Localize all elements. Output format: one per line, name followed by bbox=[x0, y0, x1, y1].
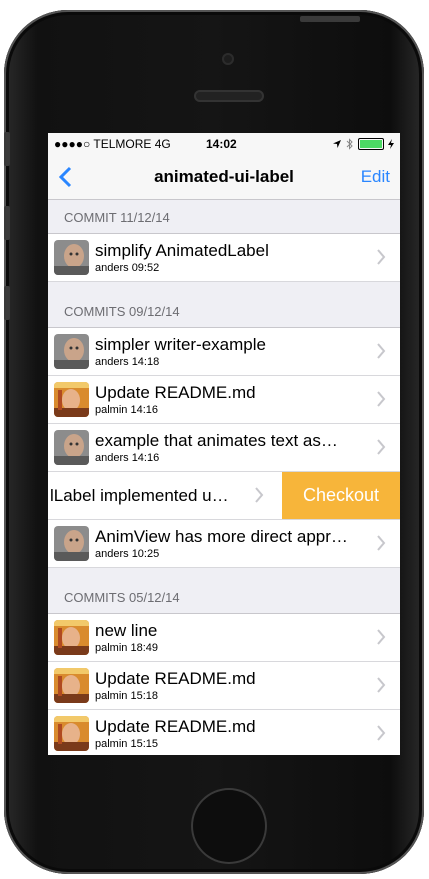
page-title: animated-ui-label bbox=[154, 167, 294, 186]
chevron-right-icon bbox=[377, 725, 386, 741]
commit-row[interactable]: simplify AnimatedLabel anders 09:52 bbox=[48, 234, 400, 282]
chevron-right-icon bbox=[377, 629, 386, 645]
commit-meta: palmin 15:15 bbox=[95, 738, 158, 750]
screen: ●●●●○ TELMORE 4G 14:02 animated-ui-label… bbox=[48, 133, 400, 755]
checkout-button[interactable]: Checkout bbox=[282, 472, 400, 519]
commit-row[interactable]: simpler writer-example anders 14:18 bbox=[48, 328, 400, 376]
avatar-palmin bbox=[54, 620, 89, 655]
commit-title: Update README.md bbox=[95, 383, 256, 402]
chevron-right-icon bbox=[255, 487, 264, 503]
commit-meta: anders 10:25 bbox=[95, 548, 160, 560]
commit-title: Update README.md bbox=[95, 669, 256, 688]
commit-title: new line bbox=[95, 621, 158, 640]
home-button[interactable] bbox=[191, 788, 267, 864]
commit-meta: palmin 15:18 bbox=[95, 690, 158, 702]
chevron-right-icon bbox=[377, 343, 386, 359]
avatar-anders bbox=[54, 334, 89, 369]
avatar-palmin bbox=[54, 668, 89, 703]
chevron-right-icon bbox=[377, 249, 386, 265]
commit-title: Update README.md bbox=[95, 717, 256, 736]
section-header: COMMIT 11/12/14 bbox=[48, 200, 400, 234]
navigation-bar: animated-ui-label Edit bbox=[48, 155, 400, 200]
mute-switch bbox=[4, 132, 10, 166]
charging-icon bbox=[388, 139, 394, 149]
status-bar: ●●●●○ TELMORE 4G 14:02 bbox=[48, 133, 400, 155]
commit-meta: anders 14:18 bbox=[95, 356, 160, 368]
status-time: 14:02 bbox=[206, 137, 237, 151]
commit-list: COMMIT 11/12/14 simplify AnimatedLabel a… bbox=[48, 200, 400, 755]
commit-title: example that animates text as… bbox=[95, 431, 338, 450]
volume-down-button bbox=[4, 286, 10, 320]
commit-meta: anders 14:16 bbox=[95, 452, 160, 464]
location-icon bbox=[333, 140, 341, 148]
chevron-right-icon bbox=[377, 677, 386, 693]
commit-meta: anders 09:52 bbox=[95, 262, 160, 274]
chevron-right-icon bbox=[377, 391, 386, 407]
commit-row[interactable]: Update README.md palmin 15:18 bbox=[48, 662, 400, 710]
avatar-palmin bbox=[54, 716, 89, 751]
commit-row[interactable]: AnimView has more direct appr… anders 10… bbox=[48, 520, 400, 568]
front-camera bbox=[222, 53, 234, 65]
carrier-label: ●●●●○ TELMORE 4G bbox=[54, 137, 171, 151]
commit-row-swiped[interactable]: lLabel implemented u… Checkout bbox=[48, 472, 400, 520]
commit-title: lLabel implemented u… bbox=[50, 486, 229, 505]
avatar-palmin bbox=[54, 382, 89, 417]
section-header: COMMITS 09/12/14 bbox=[48, 295, 400, 328]
commit-row[interactable]: example that animates text as… anders 14… bbox=[48, 424, 400, 472]
avatar-anders bbox=[54, 526, 89, 561]
bluetooth-icon bbox=[346, 138, 353, 150]
edit-button[interactable]: Edit bbox=[361, 167, 390, 187]
earpiece-speaker bbox=[194, 90, 264, 102]
commit-meta: palmin 18:49 bbox=[95, 642, 158, 654]
commit-meta: palmin 14:16 bbox=[95, 404, 158, 416]
commit-row[interactable]: Update README.md palmin 15:15 bbox=[48, 710, 400, 755]
commit-row[interactable]: new line palmin 18:49 bbox=[48, 614, 400, 662]
chevron-right-icon bbox=[377, 535, 386, 551]
avatar-anders bbox=[54, 240, 89, 275]
status-icons bbox=[332, 138, 394, 150]
power-button bbox=[300, 16, 360, 22]
battery-icon bbox=[358, 138, 384, 150]
avatar-anders bbox=[54, 430, 89, 465]
commit-title: AnimView has more direct appr… bbox=[95, 527, 348, 546]
commit-title: simpler writer-example bbox=[95, 335, 266, 354]
volume-up-button bbox=[4, 206, 10, 240]
section-header: COMMITS 05/12/14 bbox=[48, 581, 400, 614]
chevron-right-icon bbox=[377, 439, 386, 455]
commit-title: simplify AnimatedLabel bbox=[95, 241, 269, 260]
commit-row[interactable]: Update README.md palmin 14:16 bbox=[48, 376, 400, 424]
